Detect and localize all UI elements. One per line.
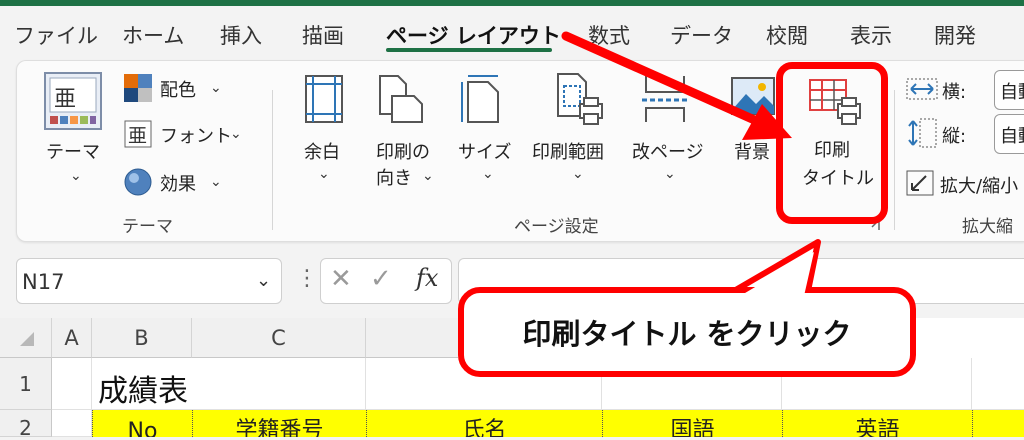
instruction-callout-text: 印刷タイトル をクリック [522, 317, 852, 351]
